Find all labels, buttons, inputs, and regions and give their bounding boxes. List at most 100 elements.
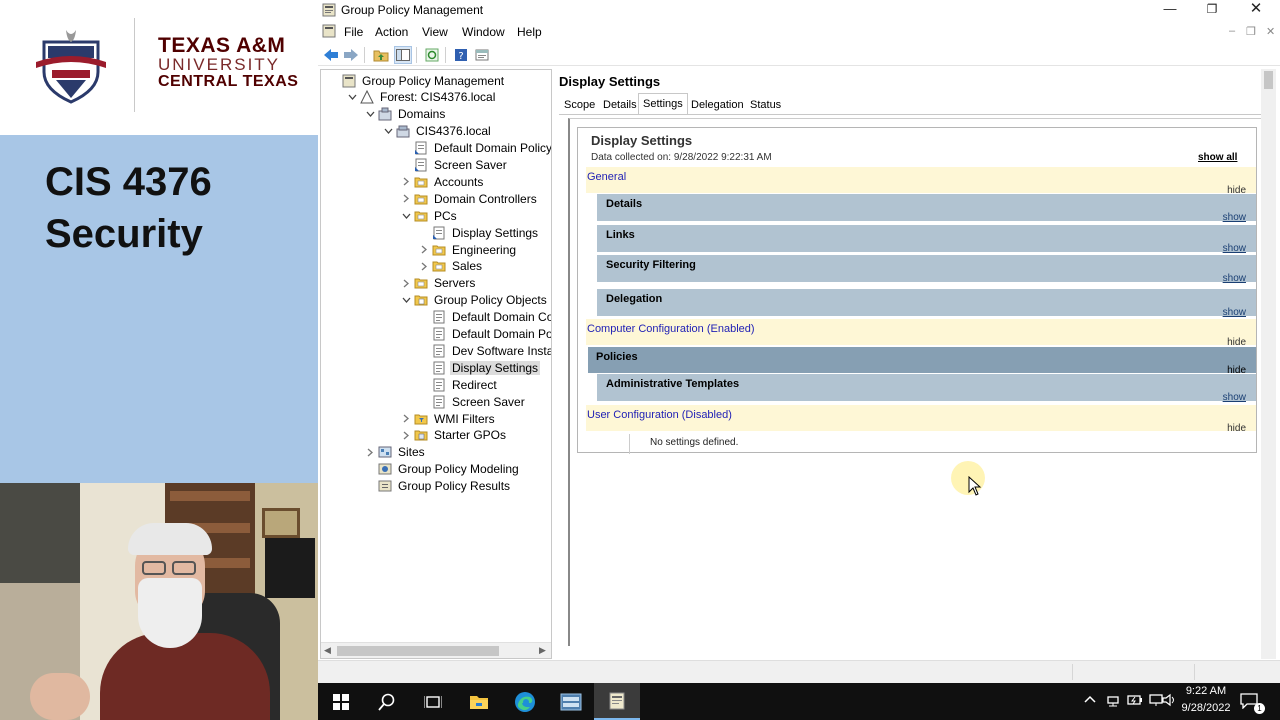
tree-expand-chevron-icon[interactable] xyxy=(399,276,413,290)
subsection-delegation-toggle[interactable]: show xyxy=(1223,307,1246,318)
subsection-administrative-templates-toggle[interactable]: show xyxy=(1223,392,1246,403)
tree-item-default-domain-control[interactable]: Default Domain Control xyxy=(417,309,551,326)
subsection-administrative-templates[interactable]: Administrative Templates show xyxy=(597,374,1256,403)
menu-file[interactable]: File xyxy=(344,25,363,39)
restore-button[interactable]: ❐ xyxy=(1190,0,1234,20)
tree-expand-chevron-icon[interactable] xyxy=(363,445,377,459)
menu-help[interactable]: Help xyxy=(517,25,542,39)
tree-expand-chevron-icon[interactable] xyxy=(399,175,413,189)
refresh-icon[interactable] xyxy=(423,46,441,64)
tree-expand-chevron-icon[interactable] xyxy=(417,243,431,257)
tab-delegation[interactable]: Delegation xyxy=(687,97,748,115)
menu-view[interactable]: View xyxy=(422,25,448,39)
tree-item-screen-saver[interactable]: Screen Saver xyxy=(399,157,509,174)
mdi-close-button[interactable]: ✕ xyxy=(1266,25,1275,38)
close-button[interactable]: ✕ xyxy=(1234,0,1278,20)
tree-item-display-settings[interactable]: Display Settings xyxy=(417,359,541,376)
tree-item-sales[interactable]: Sales xyxy=(417,258,484,275)
tree-expand-chevron-icon[interactable] xyxy=(399,412,413,426)
tab-scope[interactable]: Scope xyxy=(560,97,599,115)
tree-item-sites[interactable]: Sites xyxy=(363,444,427,461)
tree-collapse-chevron-icon[interactable] xyxy=(345,90,359,104)
tree-item-screen-saver[interactable]: Screen Saver xyxy=(417,393,527,410)
tree-expand-chevron-icon[interactable] xyxy=(399,428,413,442)
tree-horizontal-scrollbar[interactable]: ◀ ▶ xyxy=(321,642,551,658)
section-user-configuration-toggle[interactable]: hide xyxy=(1227,423,1246,434)
display-icon[interactable] xyxy=(1149,693,1163,710)
scroll-left-icon[interactable]: ◀ xyxy=(324,645,331,656)
mmc-document-icon[interactable] xyxy=(322,24,336,41)
tree-collapse-chevron-icon[interactable] xyxy=(399,293,413,307)
tab-status[interactable]: Status xyxy=(746,97,785,115)
tree-item-starter-gpos[interactable]: Starter GPOs xyxy=(399,427,508,444)
tree-expand-chevron-icon[interactable] xyxy=(399,192,413,206)
edge-browser-icon[interactable] xyxy=(502,683,548,720)
report-title: Display Settings xyxy=(591,133,693,148)
server-manager-icon[interactable] xyxy=(548,683,594,720)
tree-expander-spacer xyxy=(417,395,431,409)
subsection-policies[interactable]: Policies hide xyxy=(588,347,1256,376)
power-icon[interactable] xyxy=(1127,693,1143,710)
tree-item-group-policy-management[interactable]: Group Policy Management xyxy=(327,72,506,89)
tree-item-servers[interactable]: Servers xyxy=(399,275,477,292)
show-hide-tree-icon[interactable] xyxy=(394,46,412,64)
tree-item-domain-controllers[interactable]: Domain Controllers xyxy=(399,190,539,207)
section-user-configuration[interactable]: User Configuration (Disabled) hide xyxy=(586,405,1256,434)
tree-collapse-chevron-icon[interactable] xyxy=(363,107,377,121)
scrollbar-thumb[interactable] xyxy=(337,646,499,656)
details-vertical-scrollbar[interactable] xyxy=(1261,69,1276,659)
windows-start-icon[interactable] xyxy=(318,683,364,720)
subsection-details-toggle[interactable]: show xyxy=(1223,212,1246,223)
file-explorer-icon[interactable] xyxy=(456,683,502,720)
tab-settings[interactable]: Settings xyxy=(638,93,688,115)
tree-item-pcs[interactable]: PCs xyxy=(399,207,459,224)
tree-collapse-chevron-icon[interactable] xyxy=(399,209,413,223)
tab-details[interactable]: Details xyxy=(599,97,641,115)
tree-item-wmi-filters[interactable]: WMI Filters xyxy=(399,410,497,427)
tree-item-redirect[interactable]: Redirect xyxy=(417,376,499,393)
tree-item-cis4376-local[interactable]: CIS4376.local xyxy=(381,123,493,140)
taskbar-clock-date[interactable]: 9/28/2022 xyxy=(1171,702,1241,714)
network-icon[interactable] xyxy=(1105,693,1121,710)
tree-item-group-policy-modeling[interactable]: Group Policy Modeling xyxy=(363,461,521,478)
subsection-security-filtering[interactable]: Security Filtering show xyxy=(597,255,1256,284)
properties-icon[interactable] xyxy=(473,46,491,64)
scrollbar-thumb[interactable] xyxy=(1264,71,1273,89)
mdi-minimize-button[interactable]: – xyxy=(1229,25,1235,37)
menu-window[interactable]: Window xyxy=(462,25,505,39)
tree-item-engineering[interactable]: Engineering xyxy=(417,241,518,258)
subsection-details[interactable]: Details show xyxy=(597,194,1256,223)
taskbar-clock-time[interactable]: 9:22 AM xyxy=(1171,685,1241,697)
tree-item-domains[interactable]: Domains xyxy=(363,106,447,123)
menu-action[interactable]: Action xyxy=(375,25,408,39)
scroll-right-icon[interactable]: ▶ xyxy=(539,645,546,656)
forward-arrow-icon[interactable] xyxy=(342,46,360,64)
task-view-icon[interactable] xyxy=(410,683,456,720)
search-icon[interactable] xyxy=(364,683,410,720)
subsection-security-filtering-toggle[interactable]: show xyxy=(1223,273,1246,284)
title-bar[interactable]: Group Policy Management — ❐ ✕ xyxy=(318,0,1280,20)
tree-item-group-policy-results[interactable]: Group Policy Results xyxy=(363,478,512,495)
tree-item-group-policy-objects[interactable]: Group Policy Objects xyxy=(399,292,549,309)
subsection-links[interactable]: Links show xyxy=(597,225,1256,254)
show-all-link[interactable]: show all xyxy=(1198,152,1237,163)
minimize-button[interactable]: — xyxy=(1148,0,1192,20)
tree-item-accounts[interactable]: Accounts xyxy=(399,173,485,190)
tree-expand-chevron-icon[interactable] xyxy=(417,259,431,273)
mdi-restore-button[interactable]: ❐ xyxy=(1246,25,1256,38)
section-computer-configuration[interactable]: Computer Configuration (Enabled) hide xyxy=(586,319,1256,348)
subsection-links-toggle[interactable]: show xyxy=(1223,243,1246,254)
group-policy-icon[interactable] xyxy=(594,683,640,720)
back-arrow-icon[interactable] xyxy=(322,46,340,64)
subsection-delegation[interactable]: Delegation show xyxy=(597,289,1256,318)
tree-collapse-chevron-icon[interactable] xyxy=(381,124,395,138)
help-icon[interactable]: ? xyxy=(452,46,470,64)
section-general[interactable]: General hide xyxy=(586,167,1256,196)
tree-item-display-settings[interactable]: Display Settings xyxy=(417,224,540,241)
tree-item-default-domain-policy[interactable]: Default Domain Policy xyxy=(399,140,551,157)
tree-item-dev-software-install[interactable]: Dev Software Install xyxy=(417,342,551,359)
up-folder-icon[interactable] xyxy=(372,46,390,64)
tree-item-forest-cis4376-local[interactable]: Forest: CIS4376.local xyxy=(345,89,497,106)
chevron-up-icon[interactable] xyxy=(1084,693,1096,707)
tree-item-default-domain-policy[interactable]: Default Domain Policy xyxy=(417,326,551,343)
